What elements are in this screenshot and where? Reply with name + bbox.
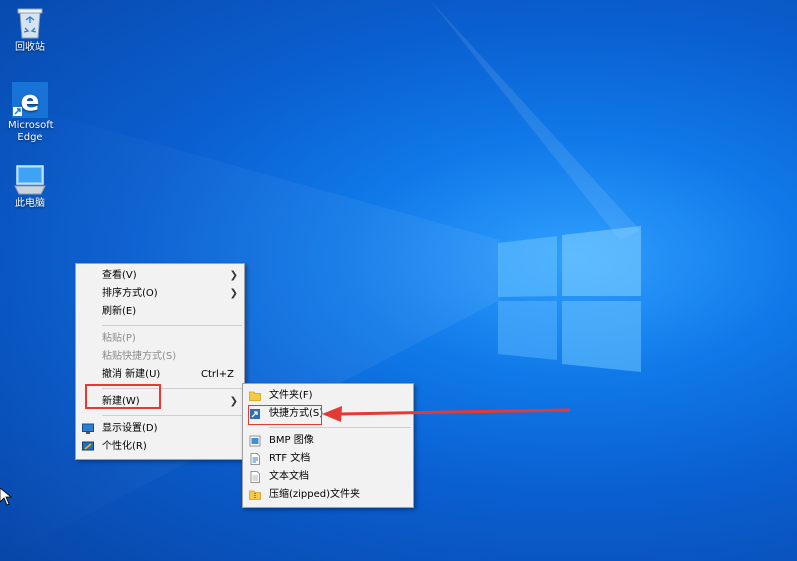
bmp-icon — [249, 435, 261, 447]
menu-item-paste-shortcut: 粘贴快捷方式(S) — [76, 348, 244, 366]
shortcut-icon — [250, 409, 260, 419]
menu-item-display-settings[interactable]: 显示设置(D) — [76, 420, 244, 438]
this-pc-icon — [14, 165, 46, 195]
menu-item-label: 刷新(E) — [102, 306, 137, 317]
menu-item-new[interactable]: 新建(W) ❯ — [76, 393, 244, 411]
menu-separator — [102, 415, 242, 416]
menu-item-shortcut: Ctrl+Z — [200, 369, 234, 380]
menu-item-undo-new[interactable]: 撤消 新建(U) Ctrl+Z — [76, 366, 244, 384]
submenu-item-folder[interactable]: 文件夹(F) — [243, 387, 413, 405]
menu-item-label: 粘贴(P) — [102, 333, 136, 344]
menu-item-label: 文件夹(F) — [269, 390, 313, 401]
chevron-right-icon: ❯ — [229, 270, 238, 281]
menu-item-label: 显示设置(D) — [102, 423, 158, 434]
menu-item-label: 粘贴快捷方式(S) — [102, 351, 177, 362]
submenu-item-bmp[interactable]: BMP 图像 — [243, 432, 413, 450]
menu-item-label: BMP 图像 — [269, 435, 314, 446]
desktop-icon-label: Microsoft Edge — [8, 120, 54, 143]
chevron-right-icon: ❯ — [229, 396, 238, 407]
menu-separator — [269, 427, 411, 428]
menu-item-label: RTF 文档 — [269, 453, 311, 464]
menu-separator — [102, 325, 242, 326]
rtf-icon — [250, 453, 260, 465]
desktop-icon-label: 回收站 — [15, 42, 45, 53]
submenu-item-rtf[interactable]: RTF 文档 — [243, 450, 413, 468]
text-doc-icon — [250, 471, 260, 483]
menu-item-refresh[interactable]: 刷新(E) — [76, 303, 244, 321]
menu-item-label: 新建(W) — [102, 396, 140, 407]
menu-item-personalize[interactable]: 个性化(R) — [76, 438, 244, 456]
menu-item-label: 文本文档 — [269, 471, 309, 482]
menu-item-label: 快捷方式(S) — [269, 408, 324, 419]
new-submenu: 文件夹(F) 快捷方式(S) BMP 图像 RTF 文档 文本文档 压缩(zip… — [242, 383, 414, 508]
edge-icon: e — [12, 82, 48, 118]
chevron-right-icon: ❯ — [229, 288, 238, 299]
personalize-icon — [82, 441, 94, 451]
desktop-icon-label: 此电脑 — [15, 198, 45, 209]
menu-item-label: 查看(V) — [102, 270, 137, 281]
zip-folder-icon — [249, 490, 261, 500]
menu-item-paste: 粘贴(P) — [76, 330, 244, 348]
menu-item-sort[interactable]: 排序方式(O) ❯ — [76, 285, 244, 303]
submenu-item-text-document[interactable]: 文本文档 — [243, 468, 413, 486]
desktop-icon-edge[interactable]: e Microsoft Edge — [0, 82, 60, 144]
menu-item-label: 压缩(zipped)文件夹 — [269, 489, 361, 500]
recycle-bin-icon — [17, 8, 43, 39]
menu-item-label: 个性化(R) — [102, 441, 147, 452]
menu-item-view[interactable]: 查看(V) ❯ — [76, 267, 244, 285]
display-settings-icon — [82, 423, 94, 434]
mouse-cursor-icon — [0, 488, 12, 506]
submenu-item-shortcut[interactable]: 快捷方式(S) — [243, 405, 413, 423]
folder-icon — [249, 391, 261, 401]
desktop-icon-recycle-bin[interactable]: 回收站 — [0, 6, 60, 54]
desktop-icon-this-pc[interactable]: 此电脑 — [0, 164, 60, 210]
menu-separator — [102, 388, 242, 389]
desktop-context-menu: 查看(V) ❯ 排序方式(O) ❯ 刷新(E) 粘贴(P) 粘贴快捷方式(S) … — [75, 263, 245, 460]
menu-item-label: 撤消 新建(U) — [102, 369, 161, 380]
menu-item-label: 排序方式(O) — [102, 288, 158, 299]
submenu-item-zip-folder[interactable]: 压缩(zipped)文件夹 — [243, 486, 413, 504]
svg-text:e: e — [21, 84, 40, 117]
